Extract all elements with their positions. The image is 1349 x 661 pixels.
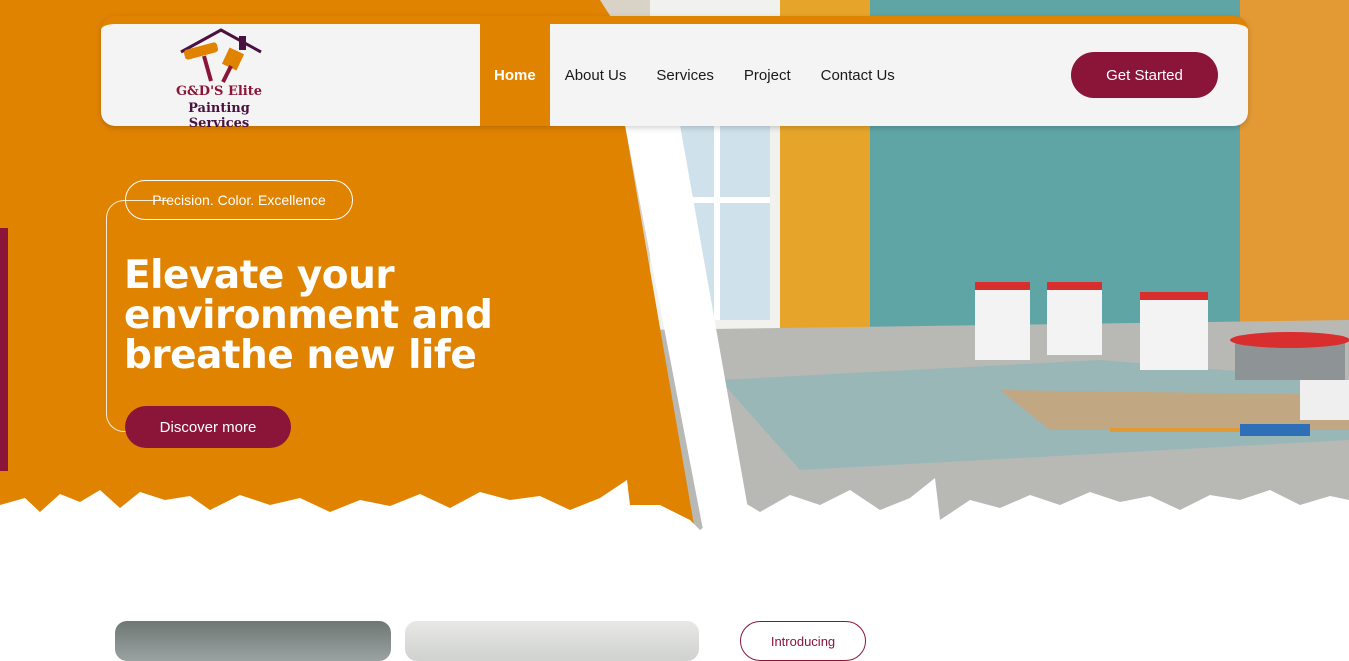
house-brush-logo-icon [180,28,262,83]
brand-name-line1: G&D'S Elite [175,84,263,99]
intro-image-card-2 [405,621,699,661]
hero-tagline-pill: Precision. Color. Excellence [125,180,353,220]
get-started-button[interactable]: Get Started [1071,52,1218,98]
intro-image-card-1 [115,621,391,661]
nav-item-about-us[interactable]: About Us [550,24,642,126]
discover-more-button[interactable]: Discover more [125,406,291,448]
nav-item-project[interactable]: Project [729,24,806,126]
nav-item-contact-us[interactable]: Contact Us [806,24,910,126]
top-navbar: G&D'S Elite Painting Services Home About… [101,16,1248,131]
side-accent-bar [0,228,8,471]
nav-item-home[interactable]: Home [480,24,550,126]
brand-name-line2: Painting Services [188,101,250,131]
introducing-pill: Introducing [740,621,866,661]
nav-links: Home About Us Services Project Contact U… [480,24,910,126]
hero-headline: Elevate your environment and breathe new… [124,253,493,378]
brand-logo[interactable]: G&D'S Elite Painting Services [159,26,279,131]
nav-item-services[interactable]: Services [641,24,729,126]
